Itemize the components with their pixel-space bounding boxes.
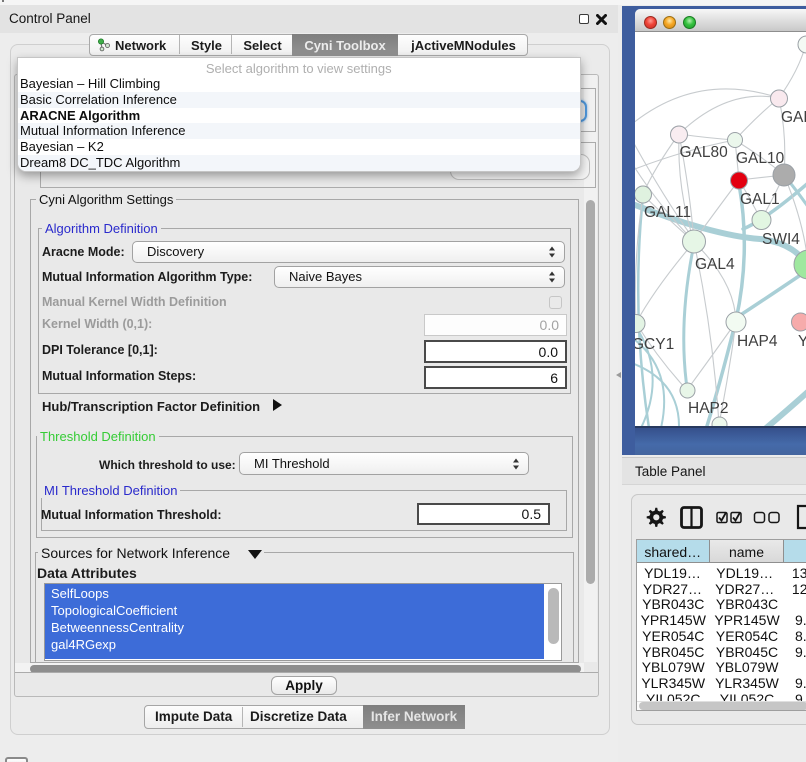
svg-text:HAP2: HAP2: [688, 400, 729, 417]
svg-text:GAL80: GAL80: [679, 144, 728, 161]
svg-text:SWI4: SWI4: [762, 231, 800, 248]
svg-text:HAP4: HAP4: [737, 333, 778, 350]
svg-text:GCY1: GCY1: [635, 336, 674, 353]
svg-text:GAL1: GAL1: [740, 191, 780, 208]
svg-text:GAL7: GAL7: [781, 109, 806, 126]
svg-text:GAL4: GAL4: [695, 256, 735, 273]
svg-text:GAL11: GAL11: [644, 204, 691, 221]
svg-text:YJ: YJ: [798, 333, 806, 350]
svg-text:GAL10: GAL10: [736, 150, 785, 167]
